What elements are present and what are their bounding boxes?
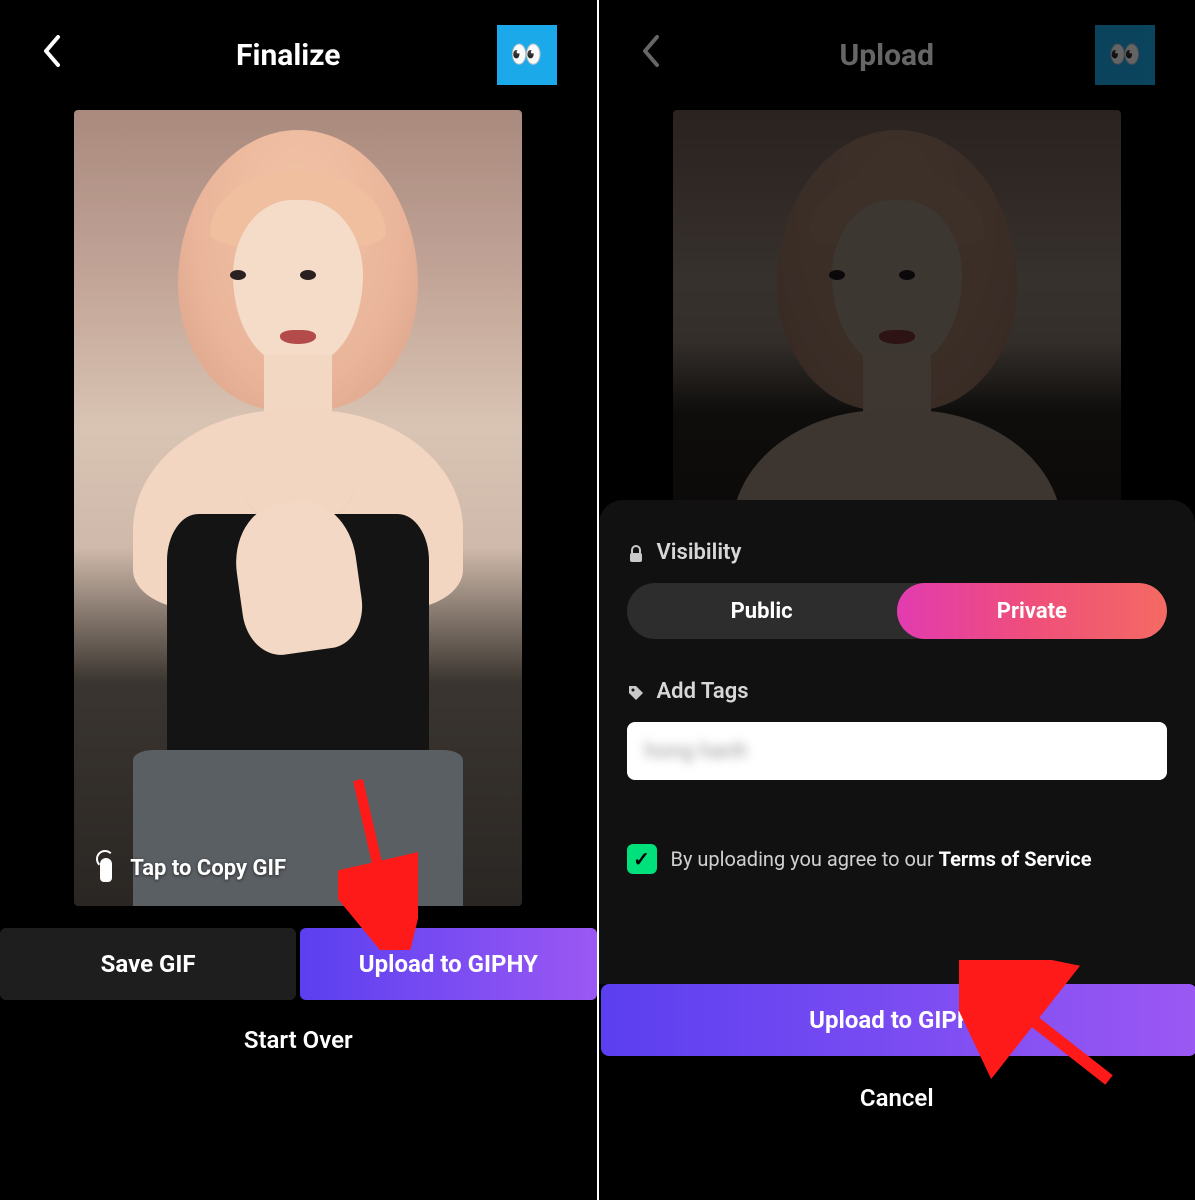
avatar[interactable]: 👀 (1095, 25, 1155, 85)
gif-preview[interactable]: Tap to Copy GIF (74, 110, 522, 906)
start-over-button[interactable]: Start Over (0, 1026, 597, 1054)
action-row: Save GIF Upload to GIPHY (0, 928, 597, 1000)
tags-input-value: hong hanh (645, 739, 748, 764)
upload-to-giphy-button[interactable]: Upload to GIPHY (300, 928, 596, 1000)
add-tags-label: Add Tags (627, 679, 1168, 704)
cancel-button[interactable]: Cancel (599, 1084, 1195, 1112)
agree-row: ✓ By uploading you agree to our Terms of… (627, 844, 1168, 874)
save-gif-button[interactable]: Save GIF (0, 928, 296, 1000)
page-title: Finalize (80, 38, 497, 73)
avatar[interactable]: 👀 (497, 25, 557, 85)
eyes-icon: 👀 (510, 40, 542, 70)
tags-input[interactable]: hong hanh (627, 722, 1168, 780)
agree-text: By uploading you agree to our Terms of S… (671, 847, 1092, 871)
header: Finalize 👀 (0, 0, 597, 100)
tap-to-copy-label: Tap to Copy GIF (130, 856, 286, 881)
tag-icon (627, 683, 645, 701)
gif-preview-dimmed (673, 110, 1121, 530)
tap-icon (88, 850, 118, 886)
eyes-icon: 👀 (1109, 40, 1141, 70)
header: Upload 👀 (599, 0, 1195, 100)
terms-of-service-link[interactable]: Terms of Service (939, 847, 1092, 871)
lock-icon (627, 544, 645, 562)
phone-finalize: Finalize 👀 Tap to Copy GIF Save GIF Uplo… (0, 0, 597, 1200)
bottom-actions: Upload to GIPHY Cancel (599, 984, 1195, 1200)
check-icon: ✓ (633, 847, 650, 871)
phone-upload: Upload 👀 Visibility Public Private Add T (599, 0, 1195, 1200)
tap-to-copy[interactable]: Tap to Copy GIF (88, 850, 286, 886)
page-title: Upload (679, 38, 1096, 73)
back-button[interactable] (639, 33, 679, 78)
visibility-public[interactable]: Public (627, 583, 897, 639)
visibility-label: Visibility (627, 540, 1168, 565)
upload-to-giphy-button[interactable]: Upload to GIPHY (601, 984, 1195, 1056)
agree-checkbox[interactable]: ✓ (627, 844, 657, 874)
back-button[interactable] (40, 33, 80, 78)
visibility-private[interactable]: Private (897, 583, 1167, 639)
visibility-toggle[interactable]: Public Private (627, 583, 1168, 639)
